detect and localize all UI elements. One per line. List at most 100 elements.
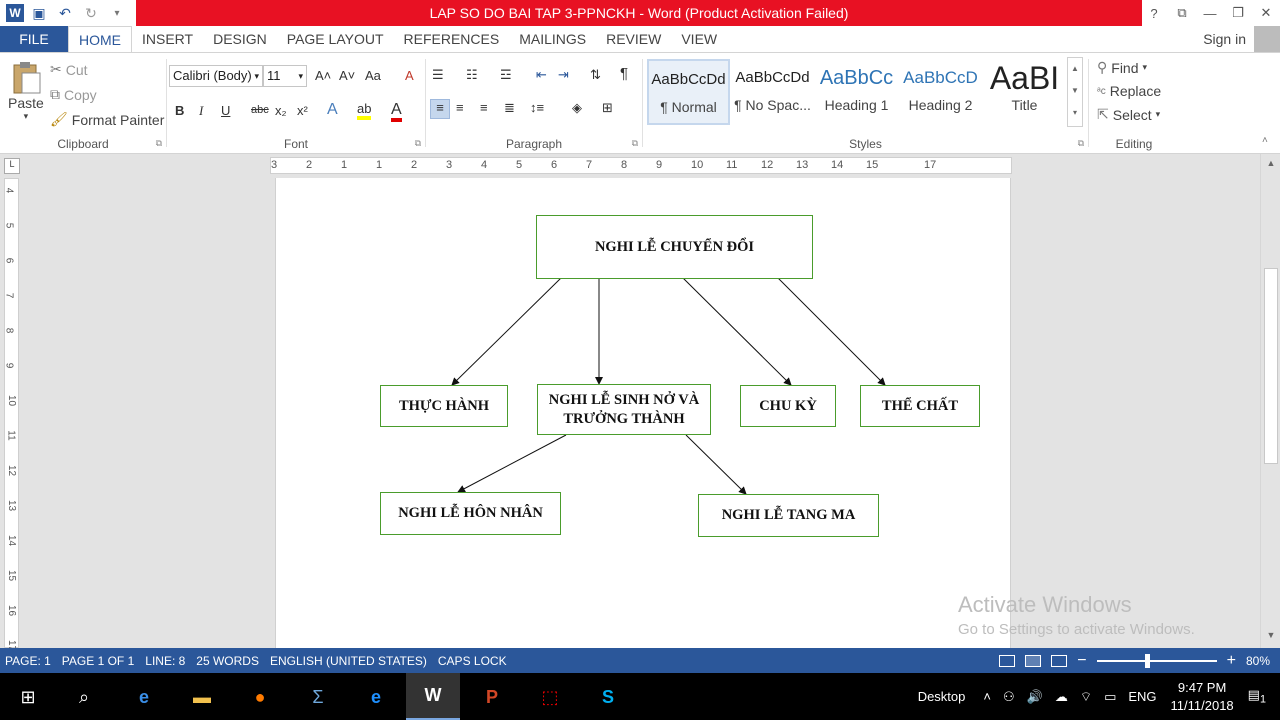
- bullets-icon[interactable]: ☰: [432, 67, 444, 83]
- pdf-reader-icon[interactable]: ⬚: [534, 681, 566, 713]
- status-page-count[interactable]: PAGE 1 OF 1: [62, 654, 134, 668]
- copy-button[interactable]: ⧉ Copy: [50, 86, 97, 103]
- decrease-indent-icon[interactable]: ⇤: [536, 67, 547, 83]
- increase-indent-icon[interactable]: ⇥: [558, 67, 569, 83]
- desktop-toolbar[interactable]: Desktop: [918, 689, 966, 704]
- status-page[interactable]: PAGE: 1: [5, 654, 51, 668]
- tab-references[interactable]: REFERENCES: [394, 26, 510, 52]
- wifi-icon[interactable]: ⌔: [1080, 689, 1092, 705]
- shrink-font-button[interactable]: A˅: [339, 68, 355, 83]
- italic-button[interactable]: I: [199, 103, 203, 119]
- web-layout-icon[interactable]: [1051, 654, 1068, 667]
- borders-icon[interactable]: ⊞: [602, 100, 613, 116]
- font-family-combo[interactable]: Calibri (Body) ▾: [169, 65, 263, 87]
- format-painter-button[interactable]: 🖌 Format Painter: [50, 111, 164, 128]
- help-button[interactable]: ?: [1140, 0, 1168, 26]
- find-button[interactable]: ⚲ Find ▾: [1097, 59, 1147, 76]
- underline-button[interactable]: U: [221, 103, 230, 118]
- zoom-slider-thumb[interactable]: [1144, 653, 1150, 668]
- tab-mailings[interactable]: MAILINGS: [509, 26, 596, 52]
- show-marks-icon[interactable]: ¶: [620, 65, 628, 82]
- skype-icon[interactable]: S: [592, 681, 624, 713]
- close-button[interactable]: ✕: [1252, 0, 1280, 26]
- tab-selector[interactable]: L: [4, 158, 20, 174]
- diagram-node-chu-ky[interactable]: CHU KỲ: [740, 385, 836, 427]
- replace-button[interactable]: ᵃc Replace: [1097, 83, 1161, 99]
- paste-button[interactable]: Paste ▾: [8, 61, 44, 122]
- tab-file[interactable]: FILE: [0, 26, 68, 52]
- math-app-icon[interactable]: Σ: [302, 681, 334, 713]
- volume-icon[interactable]: 🔊: [1027, 689, 1043, 705]
- diagram-node-tang-ma[interactable]: NGHI LỄ TANG MA: [698, 494, 879, 537]
- word-taskbar-icon[interactable]: W: [406, 673, 460, 720]
- ribbon-display-button[interactable]: ⧉: [1168, 0, 1196, 26]
- tab-review[interactable]: REVIEW: [596, 26, 671, 52]
- highlight-icon[interactable]: ab: [357, 101, 372, 120]
- diagram-node-the-chat[interactable]: THỂ CHẤT: [860, 385, 980, 427]
- tab-insert[interactable]: INSERT: [132, 26, 203, 52]
- align-center-icon[interactable]: ≡: [456, 100, 464, 115]
- customize-qat-icon[interactable]: ▾: [106, 2, 128, 24]
- status-word-count[interactable]: 25 WORDS: [196, 654, 259, 668]
- select-button[interactable]: ⇱ Select ▾: [1097, 106, 1160, 123]
- font-color-icon[interactable]: A: [391, 101, 402, 122]
- clipboard-launcher-icon[interactable]: ⧉: [156, 138, 162, 149]
- multilevel-list-icon[interactable]: ☲: [500, 67, 512, 83]
- scroll-up-icon[interactable]: ▲: [1264, 158, 1278, 172]
- clock[interactable]: 9:47 PM 11/11/2018: [1171, 679, 1234, 715]
- style-heading-2[interactable]: AaBbCcD Heading 2: [899, 59, 982, 125]
- input-language[interactable]: ENG: [1128, 689, 1156, 704]
- zoom-slider[interactable]: [1096, 653, 1217, 668]
- diagram-node-hon-nhan[interactable]: NGHI LỄ HÔN NHÂN: [380, 492, 561, 535]
- scroll-thumb[interactable]: [1264, 268, 1278, 464]
- align-left-icon[interactable]: ≡: [430, 99, 450, 119]
- diagram-node-thuc-hanh[interactable]: THỰC HÀNH: [380, 385, 508, 427]
- read-mode-icon[interactable]: [999, 654, 1016, 667]
- style-no-spacing[interactable]: AaBbCcDd ¶ No Spac...: [731, 59, 814, 125]
- style-heading-1[interactable]: AaBbCc Heading 1: [815, 59, 898, 125]
- redo-icon[interactable]: ↻: [80, 2, 102, 24]
- people-icon[interactable]: ⚇: [1003, 689, 1015, 705]
- paragraph-launcher-icon[interactable]: ⧉: [632, 138, 638, 149]
- zoom-out-icon[interactable]: −: [1077, 652, 1086, 670]
- powerpoint-icon[interactable]: P: [476, 681, 508, 713]
- strikethrough-button[interactable]: abc: [251, 104, 269, 116]
- document-page[interactable]: NGHI LỄ CHUYỂN ĐỔI THỰC HÀNH NGHI LỄ SIN…: [275, 178, 1011, 648]
- shading-icon[interactable]: ◈: [572, 100, 582, 116]
- styles-launcher-icon[interactable]: ⧉: [1078, 138, 1084, 149]
- clear-formatting-button[interactable]: A: [405, 68, 414, 83]
- font-launcher-icon[interactable]: ⧉: [415, 138, 421, 149]
- status-language[interactable]: ENGLISH (UNITED STATES): [270, 654, 427, 668]
- minimize-button[interactable]: —: [1196, 0, 1224, 26]
- tab-home[interactable]: HOME: [68, 26, 132, 52]
- start-icon[interactable]: ⊞: [12, 681, 44, 713]
- diagram-root-node[interactable]: NGHI LỄ CHUYỂN ĐỔI: [536, 215, 813, 279]
- zoom-in-icon[interactable]: +: [1227, 652, 1236, 670]
- notification-icon[interactable]: ▤1: [1248, 687, 1266, 706]
- bold-button[interactable]: B: [175, 103, 184, 118]
- cloud-icon[interactable]: ☁: [1055, 689, 1068, 705]
- style-title[interactable]: AaBI Title: [983, 59, 1066, 125]
- chevron-up-icon[interactable]: ˄: [983, 689, 991, 704]
- restore-button[interactable]: ❐: [1224, 0, 1252, 26]
- battery-icon[interactable]: ▭: [1104, 689, 1116, 705]
- avatar[interactable]: [1254, 26, 1280, 52]
- sort-icon[interactable]: ⇅: [590, 67, 601, 83]
- styles-scroll[interactable]: ▲ ▼ ▾: [1067, 57, 1083, 127]
- font-size-combo[interactable]: 11 ▾: [263, 65, 307, 87]
- tab-page-layout[interactable]: PAGE LAYOUT: [277, 26, 394, 52]
- save-icon[interactable]: ▣: [28, 2, 50, 24]
- edge-icon[interactable]: e: [128, 681, 160, 713]
- tab-design[interactable]: DESIGN: [203, 26, 277, 52]
- firefox-icon[interactable]: ●: [244, 681, 276, 713]
- print-layout-icon[interactable]: [1025, 654, 1042, 667]
- status-line[interactable]: LINE: 8: [145, 654, 185, 668]
- style-normal[interactable]: AaBbCcDd ¶ Normal: [647, 59, 730, 125]
- text-effects-icon[interactable]: A: [327, 101, 338, 119]
- search-icon[interactable]: ⌕: [68, 681, 100, 713]
- internet-explorer-icon[interactable]: e: [360, 681, 392, 713]
- numbering-icon[interactable]: ☷: [466, 67, 478, 83]
- vertical-scrollbar[interactable]: ▲ ▼: [1260, 154, 1280, 648]
- diagram-node-sinh-no[interactable]: NGHI LỄ SINH NỞ VÀ TRƯỞNG THÀNH: [537, 384, 711, 435]
- undo-icon[interactable]: ↶: [54, 2, 76, 24]
